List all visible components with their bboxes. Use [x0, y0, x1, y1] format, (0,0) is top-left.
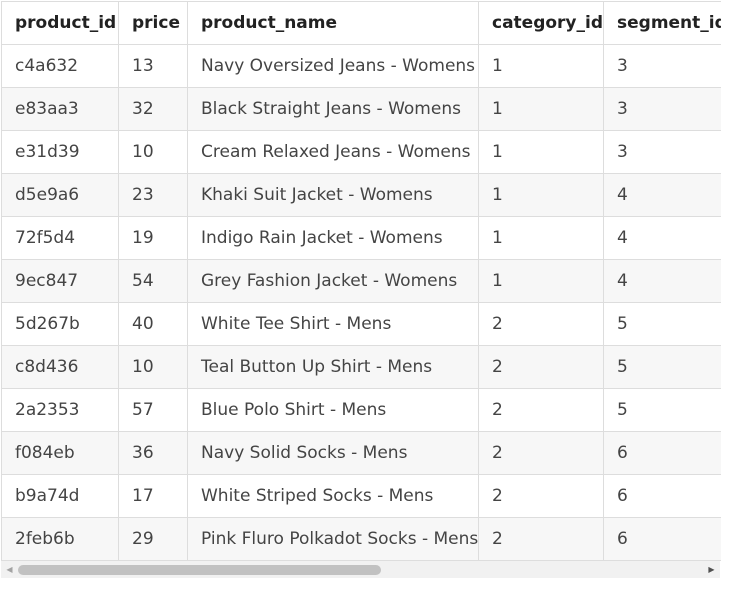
cell-product-name: Navy Solid Socks - Mens [187, 431, 479, 475]
cell-product-id: d5e9a6 [1, 173, 119, 217]
cell-price: 32 [118, 87, 188, 131]
cell-category-id: 2 [478, 345, 604, 389]
cell-category-id: 2 [478, 517, 604, 561]
table-row: e83aa3 32 Black Straight Jeans - Womens 1 3 [1, 87, 721, 131]
cell-segment-id: 5 [603, 302, 721, 346]
cell-price: 10 [118, 345, 188, 389]
column-header-product-id: product_id [1, 1, 119, 45]
cell-product-id: 9ec847 [1, 259, 119, 303]
cell-price: 13 [118, 44, 188, 88]
cell-price: 23 [118, 173, 188, 217]
cell-product-name: Pink Fluro Polkadot Socks - Mens [187, 517, 479, 561]
cell-product-name: Cream Relaxed Jeans - Womens [187, 130, 479, 174]
cell-category-id: 1 [478, 173, 604, 217]
cell-category-id: 2 [478, 302, 604, 346]
cell-product-name: Blue Polo Shirt - Mens [187, 388, 479, 432]
cell-segment-id: 3 [603, 87, 721, 131]
cell-segment-id: 4 [603, 259, 721, 303]
cell-product-id: e31d39 [1, 130, 119, 174]
column-header-category-id: category_id [478, 1, 604, 45]
cell-price: 36 [118, 431, 188, 475]
table-header-row: product_id price product_name category_i… [1, 1, 721, 45]
table-row: 2feb6b 29 Pink Fluro Polkadot Socks - Mens… [1, 517, 721, 561]
cell-price: 40 [118, 302, 188, 346]
cell-product-id: c4a632 [1, 44, 119, 88]
cell-product-id: 2feb6b [1, 517, 119, 561]
cell-category-id: 2 [478, 388, 604, 432]
column-header-segment-id: segment_id [603, 1, 721, 45]
cell-price: 57 [118, 388, 188, 432]
cell-segment-id: 3 [603, 44, 721, 88]
column-header-product-name: product_name [187, 1, 479, 45]
results-table-viewport: product_id price product_name category_i… [1, 1, 721, 561]
cell-category-id: 1 [478, 87, 604, 131]
table-row: 2a2353 57 Blue Polo Shirt - Mens 2 5 [1, 388, 721, 432]
cell-product-name: White Striped Socks - Mens [187, 474, 479, 518]
cell-product-id: 2a2353 [1, 388, 119, 432]
horizontal-scrollbar[interactable]: ◀ ▶ [1, 561, 720, 578]
cell-product-name: White Tee Shirt - Mens [187, 302, 479, 346]
cell-category-id: 1 [478, 259, 604, 303]
table-row: c8d436 10 Teal Button Up Shirt - Mens 2 5 [1, 345, 721, 389]
table-row: c4a632 13 Navy Oversized Jeans - Womens 1 3 [1, 44, 721, 88]
cell-product-id: 72f5d4 [1, 216, 119, 260]
cell-segment-id: 6 [603, 517, 721, 561]
cell-category-id: 1 [478, 44, 604, 88]
table-row: f084eb 36 Navy Solid Socks - Mens 2 6 [1, 431, 721, 475]
results-table: product_id price product_name category_i… [1, 1, 721, 561]
cell-product-id: 5d267b [1, 302, 119, 346]
chevron-left-icon[interactable]: ◀ [1, 561, 18, 578]
cell-category-id: 2 [478, 431, 604, 475]
table-row: d5e9a6 23 Khaki Suit Jacket - Womens 1 4 [1, 173, 721, 217]
chevron-right-icon[interactable]: ▶ [703, 561, 720, 578]
table-row: 9ec847 54 Grey Fashion Jacket - Womens 1 4 [1, 259, 721, 303]
table-row: 5d267b 40 White Tee Shirt - Mens 2 5 [1, 302, 721, 346]
cell-segment-id: 4 [603, 173, 721, 217]
cell-product-id: e83aa3 [1, 87, 119, 131]
cell-price: 17 [118, 474, 188, 518]
cell-price: 10 [118, 130, 188, 174]
cell-product-id: c8d436 [1, 345, 119, 389]
cell-segment-id: 5 [603, 345, 721, 389]
table-row: b9a74d 17 White Striped Socks - Mens 2 6 [1, 474, 721, 518]
cell-product-name: Teal Button Up Shirt - Mens [187, 345, 479, 389]
cell-segment-id: 4 [603, 216, 721, 260]
table-row: e31d39 10 Cream Relaxed Jeans - Womens 1 3 [1, 130, 721, 174]
cell-category-id: 1 [478, 130, 604, 174]
cell-product-name: Khaki Suit Jacket - Womens [187, 173, 479, 217]
table-body: c4a632 13 Navy Oversized Jeans - Womens 1 3 e… [1, 44, 721, 561]
cell-product-name: Black Straight Jeans - Womens [187, 87, 479, 131]
cell-segment-id: 6 [603, 474, 721, 518]
cell-product-name: Navy Oversized Jeans - Womens [187, 44, 479, 88]
cell-product-id: b9a74d [1, 474, 119, 518]
cell-segment-id: 3 [603, 130, 721, 174]
cell-price: 29 [118, 517, 188, 561]
cell-category-id: 2 [478, 474, 604, 518]
column-header-price: price [118, 1, 188, 45]
cell-segment-id: 6 [603, 431, 721, 475]
cell-product-name: Indigo Rain Jacket - Womens [187, 216, 479, 260]
table-row: 72f5d4 19 Indigo Rain Jacket - Womens 1 4 [1, 216, 721, 260]
cell-segment-id: 5 [603, 388, 721, 432]
cell-price: 54 [118, 259, 188, 303]
cell-product-name: Grey Fashion Jacket - Womens [187, 259, 479, 303]
cell-product-id: f084eb [1, 431, 119, 475]
scrollbar-thumb[interactable] [18, 565, 381, 575]
cell-category-id: 1 [478, 216, 604, 260]
cell-price: 19 [118, 216, 188, 260]
